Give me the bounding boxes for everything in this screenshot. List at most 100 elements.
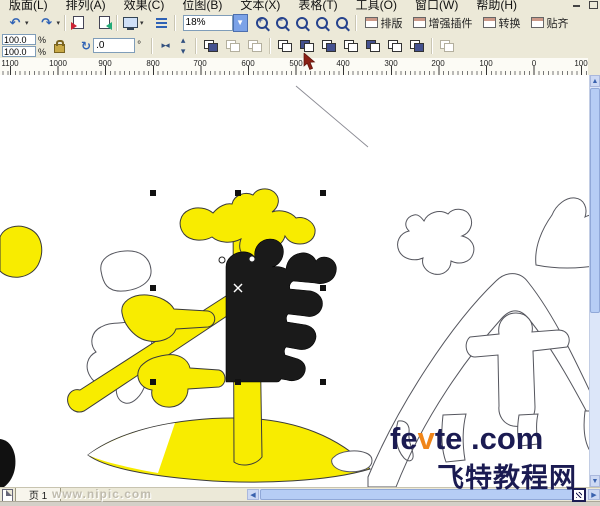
yellow-blob-left[interactable] <box>0 225 43 278</box>
ungroup-button[interactable] <box>248 39 263 52</box>
yellow-top-cross[interactable] <box>179 188 316 260</box>
zoom-selected-button[interactable] <box>292 14 312 32</box>
brand-post: te .com <box>434 421 544 456</box>
launcher-dropdown-icon[interactable]: ▾ <box>140 19 144 27</box>
enhanced-plugin-label: 增强插件 <box>428 17 473 30</box>
ruler-label: 1100 <box>1 59 19 68</box>
propbar-separator <box>269 37 272 54</box>
zoom-level-input[interactable] <box>182 14 233 31</box>
zoom-page-button[interactable] <box>332 14 352 32</box>
group-button[interactable] <box>226 39 241 52</box>
zoom-out-button[interactable]: − <box>272 14 292 32</box>
trim-button[interactable] <box>300 39 315 52</box>
redo-button[interactable]: ↷ <box>38 14 56 32</box>
typeset-label: 排版 <box>380 17 403 30</box>
application-launcher-button[interactable] <box>121 14 139 32</box>
node-handle-icon[interactable] <box>248 255 256 263</box>
mirror-vertical-button[interactable]: ▴ ▾ <box>174 35 192 57</box>
black-blob-bottom-left[interactable] <box>0 439 16 487</box>
coreldraw-window: 版面(L) 排列(A) 效果(C) 位图(B) 文本(X) 表格(T) 工具(O… <box>0 0 600 506</box>
snap-label: 贴齐 <box>546 17 569 30</box>
nonproportional-lock-icon[interactable] <box>54 40 66 53</box>
zoom-selected-icon <box>295 16 308 29</box>
scroll-up-icon[interactable]: ▲ <box>590 75 600 87</box>
combine-button[interactable] <box>204 39 219 52</box>
vertical-scrollbar[interactable]: ▲ ▼ <box>589 75 600 487</box>
weld-button[interactable] <box>278 39 293 52</box>
brand-pre: fe <box>390 421 418 456</box>
watermark-stamp-icon <box>572 488 586 502</box>
options-button[interactable] <box>153 14 171 32</box>
toolbar-separator <box>116 14 119 31</box>
handle-top-center[interactable] <box>235 190 241 196</box>
back-minus-front-button[interactable] <box>388 39 403 52</box>
scroll-down-icon[interactable]: ▼ <box>590 475 600 487</box>
handle-bottom-right[interactable] <box>320 379 326 385</box>
vertical-scrollbar-thumb[interactable] <box>590 88 600 313</box>
yellow-middle-bar[interactable] <box>121 294 216 342</box>
convert-icon <box>482 17 496 28</box>
intersect-button[interactable] <box>322 39 337 52</box>
scale-h-percent-label: % <box>38 34 47 45</box>
ruler-label: 100 <box>479 59 493 68</box>
undo-button[interactable]: ↶ <box>6 14 24 32</box>
zoom-combo-dropdown-icon[interactable]: ▼ <box>232 13 248 32</box>
convert-to-curves-button[interactable] <box>440 39 455 52</box>
scale-factor-group: % % <box>2 34 46 57</box>
ruler-label: 100 <box>574 59 588 68</box>
outline-top-cross[interactable] <box>397 208 475 275</box>
rotation-angle-input[interactable] <box>93 38 136 53</box>
redo-dropdown-icon[interactable]: ▾ <box>57 19 61 27</box>
front-minus-back-button[interactable] <box>366 39 381 52</box>
outline-small-blob[interactable] <box>331 450 373 473</box>
node-handle-icon[interactable] <box>218 256 226 264</box>
ruler-label: 500 <box>289 59 303 68</box>
watermark-brand-chinese: 飞特教程网 <box>437 463 577 493</box>
maximize-icon[interactable] <box>588 1 598 9</box>
create-boundary-button[interactable] <box>410 39 425 52</box>
undo-dropdown-icon[interactable]: ▾ <box>25 19 29 27</box>
scroll-right-icon[interactable]: ▶ <box>588 489 600 500</box>
import-icon <box>70 16 84 30</box>
page-tab-label: 页 1 <box>28 491 48 502</box>
simplify-button[interactable] <box>344 39 359 52</box>
ruler-label: 0 <box>531 59 537 68</box>
stray-curve-line[interactable] <box>295 85 369 148</box>
enhanced-plugin-macro-button[interactable]: 增强插件 <box>412 15 473 31</box>
convert-macro-button[interactable]: 转换 <box>482 15 521 31</box>
export-button[interactable] <box>95 14 113 32</box>
handle-top-right[interactable] <box>320 190 326 196</box>
minimize-icon[interactable] <box>572 1 582 9</box>
import-button[interactable] <box>69 14 87 32</box>
handle-bottom-left[interactable] <box>150 379 156 385</box>
mirror-horizontal-button[interactable]: ▸◂ <box>156 40 174 51</box>
snap-macro-button[interactable]: 贴齐 <box>530 15 569 31</box>
handle-middle-left[interactable] <box>150 285 156 291</box>
zoom-all-objects-button[interactable] <box>312 14 332 32</box>
handle-middle-right[interactable] <box>320 285 326 291</box>
ruler-label: 300 <box>384 59 398 68</box>
ruler-label: 400 <box>336 59 350 68</box>
zoom-level-combo: ▼ <box>182 13 248 32</box>
watermark-nipic: www.nipic.com <box>52 487 152 501</box>
scroll-left-icon[interactable]: ◀ <box>247 489 259 500</box>
zoom-in-icon: + <box>255 15 268 29</box>
ruler-label: 700 <box>193 59 207 68</box>
outline-blob-upper[interactable] <box>100 250 152 292</box>
convert-label: 转换 <box>498 17 521 30</box>
export-icon <box>98 16 112 30</box>
ruler-label: 900 <box>98 59 112 68</box>
selected-black-shape[interactable] <box>225 238 337 383</box>
horizontal-ruler[interactable]: 1100 1000 900 800 700 600 500 400 300 20… <box>0 58 588 76</box>
rotation-group: ↻ ° <box>81 38 141 53</box>
handle-top-left[interactable] <box>150 190 156 196</box>
zoom-in-button[interactable]: + <box>252 14 272 32</box>
scale-horizontal-input[interactable] <box>2 34 36 45</box>
window-bottom-edge <box>0 501 600 506</box>
property-bar: % % ↻ ° ▸◂ ▴▾ <box>0 33 600 59</box>
toolbar-separator <box>173 14 176 31</box>
typeset-macro-button[interactable]: 排版 <box>364 15 403 31</box>
handle-bottom-center[interactable] <box>235 379 241 385</box>
application-launcher-icon <box>122 17 138 30</box>
scale-vertical-input[interactable] <box>2 46 36 57</box>
